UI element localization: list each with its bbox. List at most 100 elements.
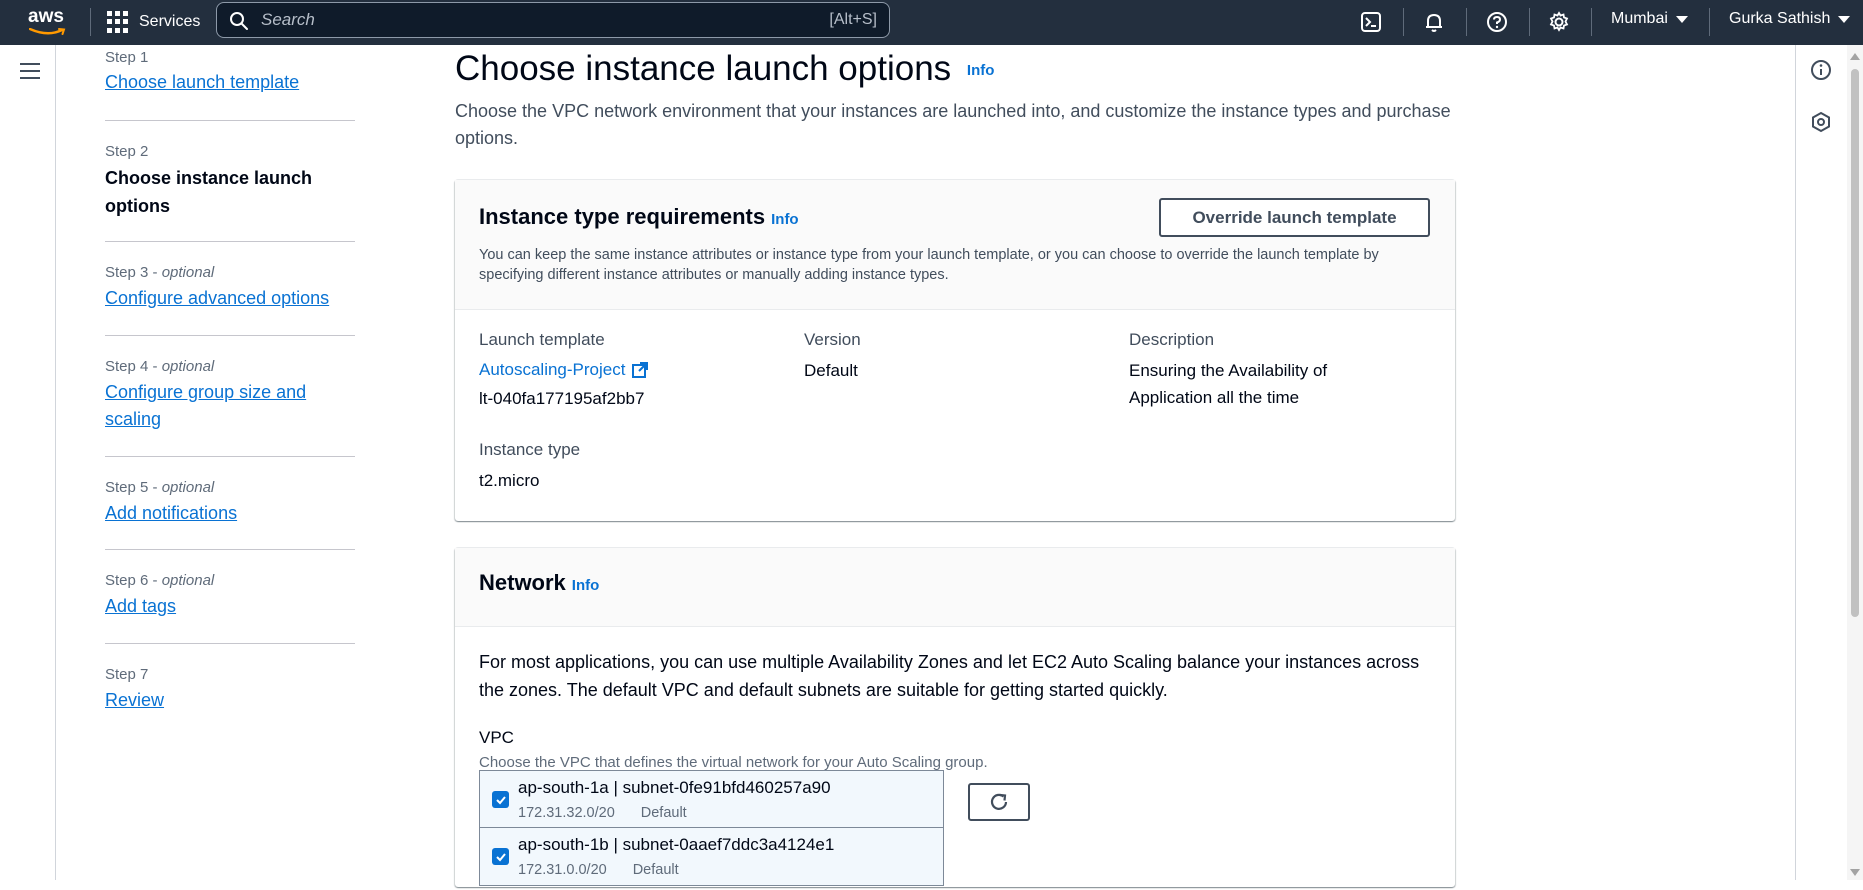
search-box[interactable]: [Alt+S] [216, 2, 890, 38]
wizard-steps-nav: Step 1 Choose launch template Step 2 Cho… [105, 45, 355, 724]
step-link-choose-launch-template[interactable]: Choose launch template [105, 69, 299, 96]
region-selector[interactable]: Mumbai [1611, 10, 1688, 28]
top-navigation-bar: aws Services [Alt+S] Mumbai [0, 0, 1863, 45]
panel-title: Instance type requirements Info [479, 204, 799, 230]
vpc-label: VPC [479, 728, 514, 747]
step-label: Step 2 [105, 143, 149, 160]
user-name: Gurka Sathish [1729, 10, 1831, 27]
caret-down-icon [1838, 15, 1851, 23]
step-link-add-tags[interactable]: Add tags [105, 593, 176, 620]
aws-logo-text: aws [28, 6, 64, 27]
description-value-line-2: Application all the time [1129, 388, 1300, 407]
step-link-configure-advanced-options[interactable]: Configure advanced options [105, 285, 329, 312]
subnet-dropdown-list: ap-south-1a | subnet-0fe91bfd460257a90 1… [479, 770, 944, 890]
page-title: Choose instance launch options Info [455, 49, 994, 89]
step-label: Step 3 - optional [105, 264, 215, 281]
step-link-review[interactable]: Review [105, 687, 164, 714]
step-5: Step 5 - optional Add notifications [105, 457, 355, 550]
page-scrollbar[interactable] [1847, 45, 1863, 880]
panel-title-text: Instance type requirements [479, 204, 766, 229]
subnet-tag: Default [632, 862, 679, 878]
refresh-icon [990, 793, 1008, 810]
services-grid-icon [107, 11, 129, 33]
info-panel-icon[interactable] [1810, 59, 1834, 83]
panel-header: Network Info [455, 548, 1455, 627]
nav-divider [1709, 8, 1710, 36]
aws-smile-icon [29, 28, 66, 35]
nav-divider [1403, 8, 1404, 36]
panel-info-link[interactable]: Info [572, 577, 600, 594]
step-1: Step 1 Choose launch template [105, 45, 355, 121]
help-icon[interactable] [1485, 10, 1509, 34]
checkbox-checked[interactable] [492, 791, 509, 808]
checkmark-icon [495, 852, 506, 861]
vpc-description: Choose the VPC that defines the virtual … [479, 754, 988, 771]
panel-description: You can keep the same instance attribute… [479, 247, 1379, 283]
version-label: Version [804, 330, 861, 349]
subnet-title: ap-south-1a | subnet-0fe91bfd460257a90 [518, 778, 831, 797]
instance-type-requirements-panel: Instance type requirements Info Override … [455, 179, 1455, 521]
services-label: Services [139, 13, 201, 30]
cloudshell-icon[interactable] [1359, 10, 1383, 34]
step-6: Step 6 - optional Add tags [105, 550, 355, 644]
refresh-button[interactable] [968, 783, 1030, 821]
resources-hexagon-icon[interactable] [1810, 111, 1834, 135]
search-shortcut-hint: [Alt+S] [829, 11, 877, 28]
search-icon [230, 12, 248, 30]
step-label: Step 5 - optional [105, 479, 215, 496]
panel-title: Network Info [479, 570, 599, 596]
nav-divider [1466, 8, 1467, 36]
step-link-configure-group-size[interactable]: Configure group size and scaling [105, 379, 325, 433]
instance-type-label: Instance type [479, 440, 581, 459]
panel-info-link[interactable]: Info [771, 211, 799, 228]
subnet-title: ap-south-1b | subnet-0aaef7ddc3a4124e1 [518, 835, 835, 854]
step-label: Step 6 - optional [105, 572, 215, 589]
right-side-rail [1795, 45, 1847, 880]
caret-down-icon [1675, 15, 1688, 23]
checkmark-icon [495, 795, 506, 804]
subnet-cidr: 172.31.32.0/20 [518, 805, 615, 821]
aws-logo[interactable]: aws [26, 4, 70, 38]
notifications-bell-icon[interactable] [1422, 10, 1446, 34]
search-input[interactable] [261, 7, 761, 33]
checkbox-checked[interactable] [492, 848, 509, 865]
nav-divider [1529, 8, 1530, 36]
subnet-option[interactable]: ap-south-1b | subnet-0aaef7ddc3a4124e1 1… [479, 828, 944, 886]
panel-title-text: Network [479, 570, 566, 595]
scrollbar-thumb[interactable] [1851, 69, 1859, 617]
subnet-cidr: 172.31.0.0/20 [518, 862, 607, 878]
scroll-up-arrow-icon[interactable] [1850, 53, 1860, 60]
page-info-link[interactable]: Info [967, 62, 995, 79]
nav-divider [90, 8, 91, 36]
subnet-details: 172.31.0.0/20 Default [518, 862, 705, 878]
network-description: For most applications, you can use multi… [479, 652, 1420, 700]
launch-template-link[interactable]: Autoscaling-Project [479, 360, 649, 380]
subnet-tag: Default [640, 805, 687, 821]
network-panel: Network Info For most applications, you c… [455, 547, 1455, 887]
account-menu[interactable]: Gurka Sathish [1729, 10, 1851, 28]
left-side-rail [0, 45, 56, 880]
subnet-details: 172.31.32.0/20 Default [518, 805, 713, 821]
step-label: Step 4 - optional [105, 358, 215, 375]
region-label: Mumbai [1611, 10, 1668, 27]
launch-template-label: Launch template [479, 330, 605, 349]
description-value-line-1: Ensuring the Availability of [1129, 361, 1328, 380]
step-2: Step 2 Choose instance launch options [105, 121, 355, 242]
services-menu-button[interactable]: Services [107, 8, 200, 36]
settings-gear-icon[interactable] [1547, 10, 1571, 34]
description-label: Description [1129, 330, 1215, 349]
scroll-down-arrow-icon[interactable] [1850, 869, 1860, 876]
hamburger-menu-icon[interactable] [20, 63, 40, 79]
step-label: Step 7 [105, 666, 149, 683]
page-description: Choose the VPC network environment that … [455, 101, 1451, 148]
launch-template-name: Autoscaling-Project [479, 360, 626, 379]
subnet-option[interactable]: ap-south-1a | subnet-0fe91bfd460257a90 1… [479, 770, 944, 828]
external-link-icon [632, 362, 649, 378]
step-7: Step 7 Review [105, 644, 355, 724]
step-link-add-notifications[interactable]: Add notifications [105, 500, 237, 527]
page-title-text: Choose instance launch options [455, 49, 952, 88]
nav-divider [1591, 8, 1592, 36]
step-4: Step 4 - optional Configure group size a… [105, 336, 355, 457]
override-launch-template-button[interactable]: Override launch template [1159, 198, 1430, 237]
instance-type-value: t2.micro [479, 471, 540, 490]
